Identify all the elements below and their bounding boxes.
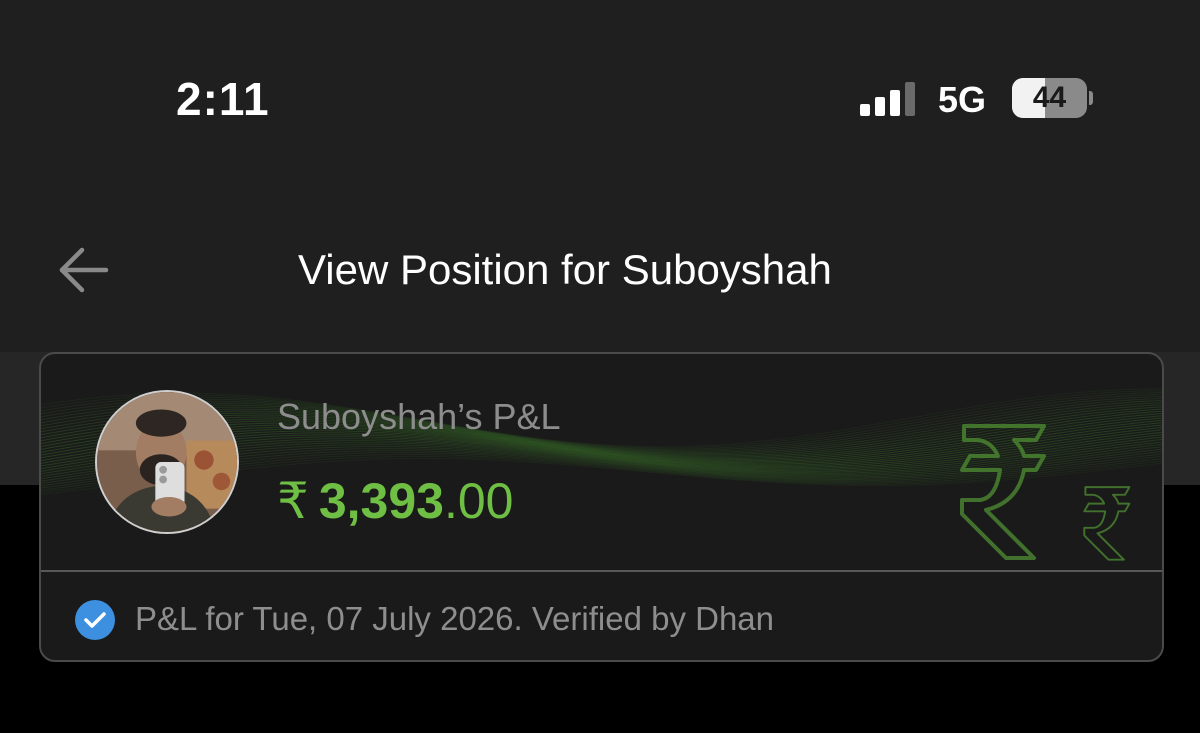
rupee-icon: [960, 424, 1131, 561]
currency-symbol: ₹: [277, 473, 309, 529]
pnl-card: Suboyshah’s P&L ₹3,393.00 P&L for Tue, 0…: [39, 352, 1164, 662]
battery-icon: 44: [1012, 78, 1087, 118]
battery-cap: [1089, 91, 1093, 105]
cellular-signal-icon: [860, 82, 915, 116]
screen: 2:11 5G 44 View Position for Suboyshah S…: [0, 0, 1200, 733]
verification-text: P&L for Tue, 07 July 2026. Verified by D…: [135, 600, 775, 637]
avatar: [95, 390, 239, 534]
amount-integer: 3,393: [318, 473, 444, 529]
arrow-left-icon[interactable]: [56, 245, 112, 295]
pnl-amount: ₹3,393.00: [277, 472, 513, 530]
battery-percent: 44: [1032, 81, 1067, 114]
check-circle-icon: [75, 600, 115, 640]
card-divider: [41, 570, 1162, 572]
status-time: 2:11: [176, 73, 270, 125]
page-title: View Position for Suboyshah: [298, 246, 832, 293]
amount-decimal: .00: [443, 473, 514, 529]
network-type: 5G: [938, 79, 987, 120]
pnl-name-label: Suboyshah’s P&L: [277, 396, 561, 437]
battery-indicator: 44: [1012, 78, 1093, 118]
